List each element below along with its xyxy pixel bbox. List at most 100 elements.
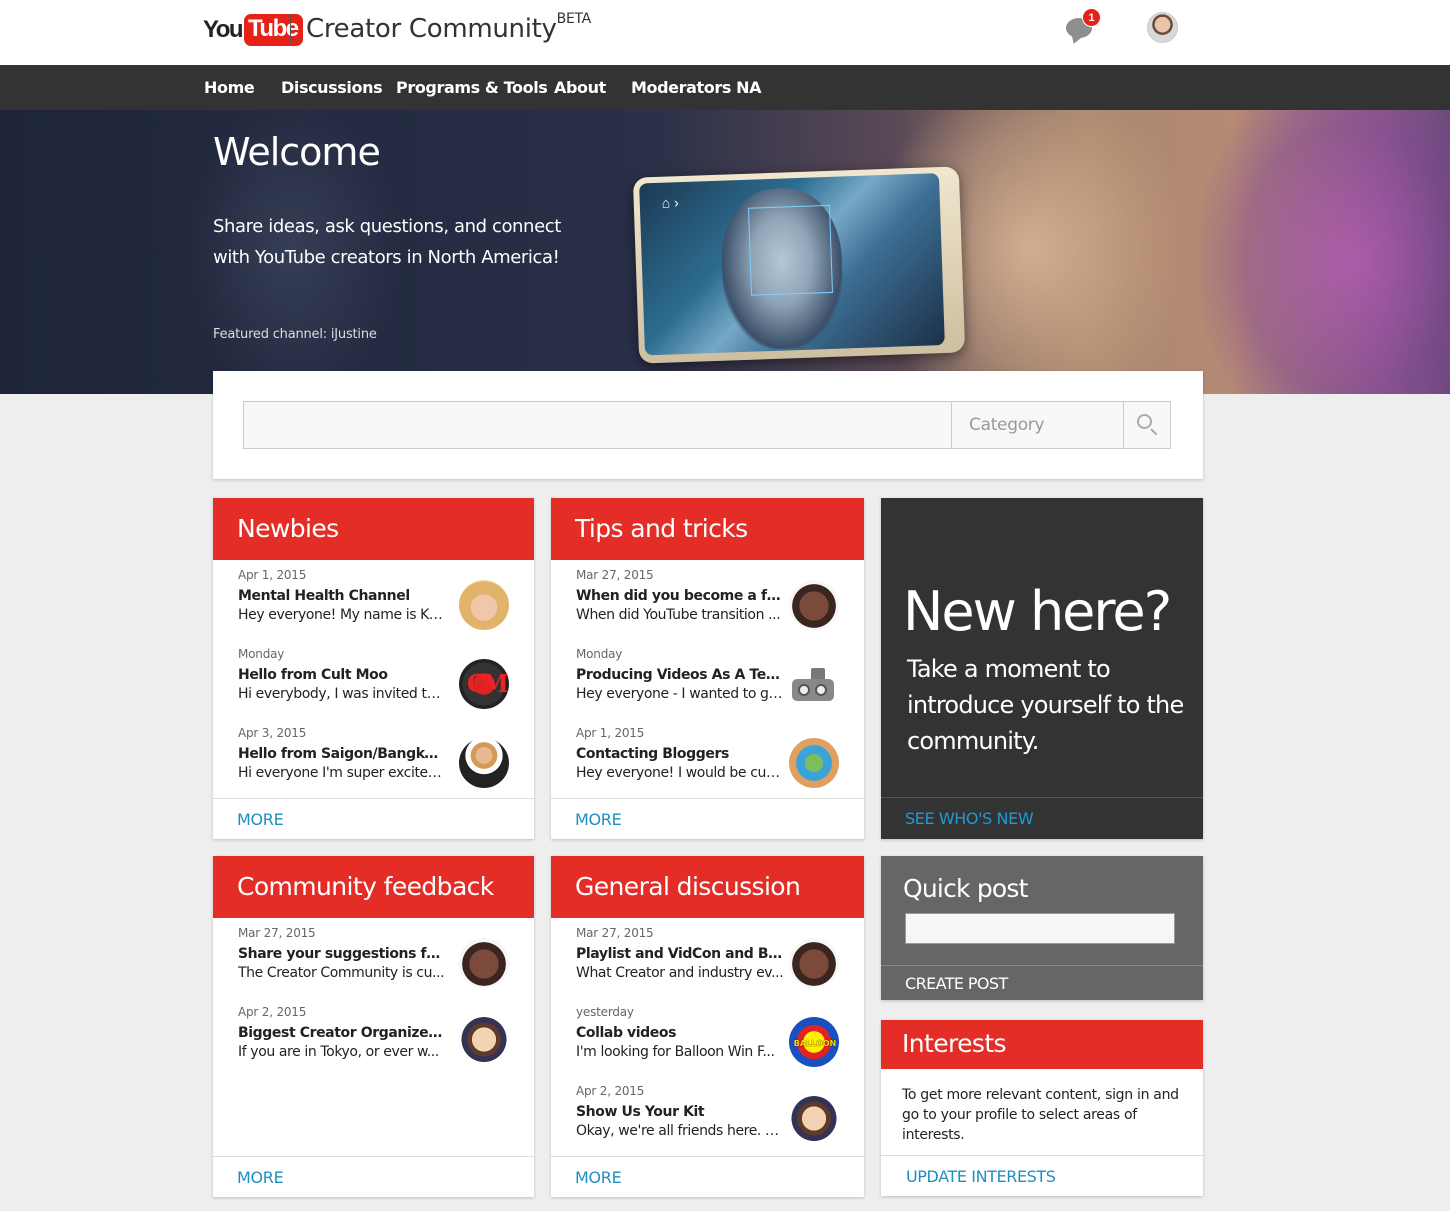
card-general-discussion: General discussion Mar 27, 2015 Playlist…	[551, 856, 864, 1197]
youtube-logo[interactable]: You Tube	[203, 14, 303, 46]
user-avatar[interactable]	[1147, 12, 1178, 43]
camera-screen: ⌂ ›	[639, 173, 945, 356]
card-footer: MORE	[213, 1156, 534, 1197]
more-link[interactable]: MORE	[575, 810, 622, 829]
author-avatar[interactable]	[789, 580, 839, 630]
post-snippet: Hey everyone! My name is Ka...	[238, 607, 446, 623]
post-title[interactable]: Producing Videos As A Tea...	[576, 667, 784, 683]
post-date: Apr 3, 2015	[238, 726, 307, 740]
create-post-button[interactable]: CREATE POST	[905, 974, 1008, 993]
notification-count-badge: 1	[1082, 8, 1101, 27]
beta-badge: BETA	[556, 11, 592, 28]
search-icon-handle	[1150, 428, 1158, 436]
list-item[interactable]: Mar 27, 2015 Playlist and VidCon and Buf…	[576, 926, 866, 988]
author-avatar[interactable]	[789, 738, 839, 788]
camera-lens	[815, 684, 827, 696]
author-avatar[interactable]	[459, 1017, 509, 1067]
author-avatar[interactable]	[459, 738, 509, 788]
site-header: You Tube Creator CommunityBETA 1	[0, 0, 1450, 65]
search-bar: Category	[243, 401, 1171, 449]
search-button[interactable]	[1123, 402, 1171, 448]
logo-tube-text: Tube	[244, 14, 303, 46]
camera-home-icon: ⌂ ›	[661, 194, 680, 211]
nav-programs-tools[interactable]: Programs & Tools	[396, 78, 548, 97]
focus-frame	[747, 204, 833, 296]
hero-subtitle: Share ideas, ask questions, and connect …	[213, 216, 561, 268]
post-snippet: Hi everybody, I was invited to ...	[238, 686, 446, 702]
author-avatar[interactable]	[459, 938, 509, 988]
post-snippet: Hey everyone - I wanted to ge...	[576, 686, 784, 702]
cult-moo-logo-text: CM	[467, 669, 509, 698]
list-item[interactable]: Mar 27, 2015 Share your suggestions for …	[238, 926, 513, 988]
see-whos-new-link[interactable]: SEE WHO'S NEW	[905, 809, 1034, 828]
author-avatar[interactable]	[789, 659, 839, 709]
card-title[interactable]: Community feedback	[213, 856, 534, 918]
post-snippet: When did YouTube transition ...	[576, 607, 781, 623]
category-select[interactable]: Category	[951, 402, 1123, 448]
list-item[interactable]: Apr 1, 2015 Contacting Bloggers Hey ever…	[576, 726, 866, 788]
new-here-footer: SEE WHO'S NEW	[881, 797, 1203, 839]
interests-title: Interests	[881, 1020, 1203, 1069]
hero-title: Welcome	[213, 130, 381, 174]
notifications-button[interactable]: 1	[1066, 8, 1101, 42]
list-item[interactable]: Apr 3, 2015 Hello from Saigon/Bangkok...…	[238, 726, 513, 788]
author-avatar[interactable]	[459, 580, 509, 630]
nav-home[interactable]: Home	[204, 78, 255, 97]
post-title[interactable]: Hello from Cult Moo	[238, 667, 446, 683]
post-title[interactable]: Hello from Saigon/Bangkok...	[238, 746, 446, 762]
author-avatar[interactable]: BALLOON	[789, 1017, 839, 1067]
post-title[interactable]: Show Us Your Kit	[576, 1104, 784, 1120]
post-title[interactable]: Share your suggestions for ...	[238, 946, 446, 962]
interests-footer: UPDATE INTERESTS	[881, 1155, 1203, 1196]
card-newbies: Newbies Apr 1, 2015 Mental Health Channe…	[213, 498, 534, 839]
featured-channel[interactable]: Featured channel: iJustine	[213, 327, 377, 342]
update-interests-link[interactable]: UPDATE INTERESTS	[906, 1167, 1056, 1186]
search-panel: Category	[213, 371, 1203, 479]
card-title[interactable]: Tips and tricks	[551, 498, 864, 560]
post-date: Monday	[238, 647, 285, 661]
quick-post-input[interactable]	[905, 913, 1175, 944]
post-title[interactable]: Contacting Bloggers	[576, 746, 784, 762]
nav-discussions[interactable]: Discussions	[281, 78, 383, 97]
post-title[interactable]: Mental Health Channel	[238, 588, 446, 604]
card-tips-and-tricks: Tips and tricks Mar 27, 2015 When did yo…	[551, 498, 864, 839]
post-date: Apr 1, 2015	[238, 568, 307, 582]
quick-post-footer: CREATE POST	[881, 965, 1203, 1000]
more-link[interactable]: MORE	[237, 810, 284, 829]
search-icon	[1137, 414, 1152, 429]
post-date: Mar 27, 2015	[238, 926, 316, 940]
quick-post-title: Quick post	[903, 874, 1028, 903]
new-here-title: New here?	[903, 580, 1172, 643]
post-title[interactable]: When did you become a full...	[576, 588, 784, 604]
author-avatar[interactable]: CM	[459, 659, 509, 709]
post-title[interactable]: Biggest Creator Organized E...	[238, 1025, 446, 1041]
post-title[interactable]: Collab videos	[576, 1025, 784, 1041]
list-item[interactable]: Apr 1, 2015 Mental Health Channel Hey ev…	[238, 568, 513, 630]
new-here-text: Take a moment to introduce yourself to t…	[907, 655, 1184, 755]
interests-panel: Interests To get more relevant content, …	[881, 1020, 1203, 1196]
more-link[interactable]: MORE	[237, 1168, 284, 1187]
author-avatar[interactable]	[789, 938, 839, 988]
site-title-text: Creator Community	[306, 14, 557, 44]
site-title[interactable]: Creator CommunityBETA	[306, 11, 592, 44]
new-here-panel: New here? Take a moment to introduce you…	[881, 498, 1203, 839]
list-item[interactable]: Monday Hello from Cult Moo Hi everybody,…	[238, 647, 513, 709]
quick-post-panel: Quick post CREATE POST	[881, 856, 1203, 1000]
list-item[interactable]: Mar 27, 2015 When did you become a full.…	[576, 568, 866, 630]
post-snippet: What Creator and industry ev...	[576, 965, 784, 981]
more-link[interactable]: MORE	[575, 1168, 622, 1187]
card-title[interactable]: Newbies	[213, 498, 534, 560]
post-title[interactable]: Playlist and VidCon and Buf...	[576, 946, 784, 962]
nav-moderators[interactable]: Moderators NA	[631, 78, 762, 97]
card-title[interactable]: General discussion	[551, 856, 864, 918]
list-item[interactable]: Apr 2, 2015 Show Us Your Kit Okay, we're…	[576, 1084, 866, 1146]
nav-about[interactable]: About	[554, 78, 606, 97]
list-item[interactable]: Apr 2, 2015 Biggest Creator Organized E.…	[238, 1005, 513, 1067]
search-input[interactable]	[244, 402, 951, 448]
post-snippet: If you are in Tokyo, or ever w...	[238, 1044, 439, 1060]
hero-bg-hair	[1200, 110, 1450, 394]
author-avatar[interactable]	[789, 1096, 839, 1146]
logo-you-text: You	[203, 16, 244, 43]
list-item[interactable]: Monday Producing Videos As A Tea... Hey …	[576, 647, 866, 709]
list-item[interactable]: yesterday Collab videos I'm looking for …	[576, 1005, 866, 1067]
